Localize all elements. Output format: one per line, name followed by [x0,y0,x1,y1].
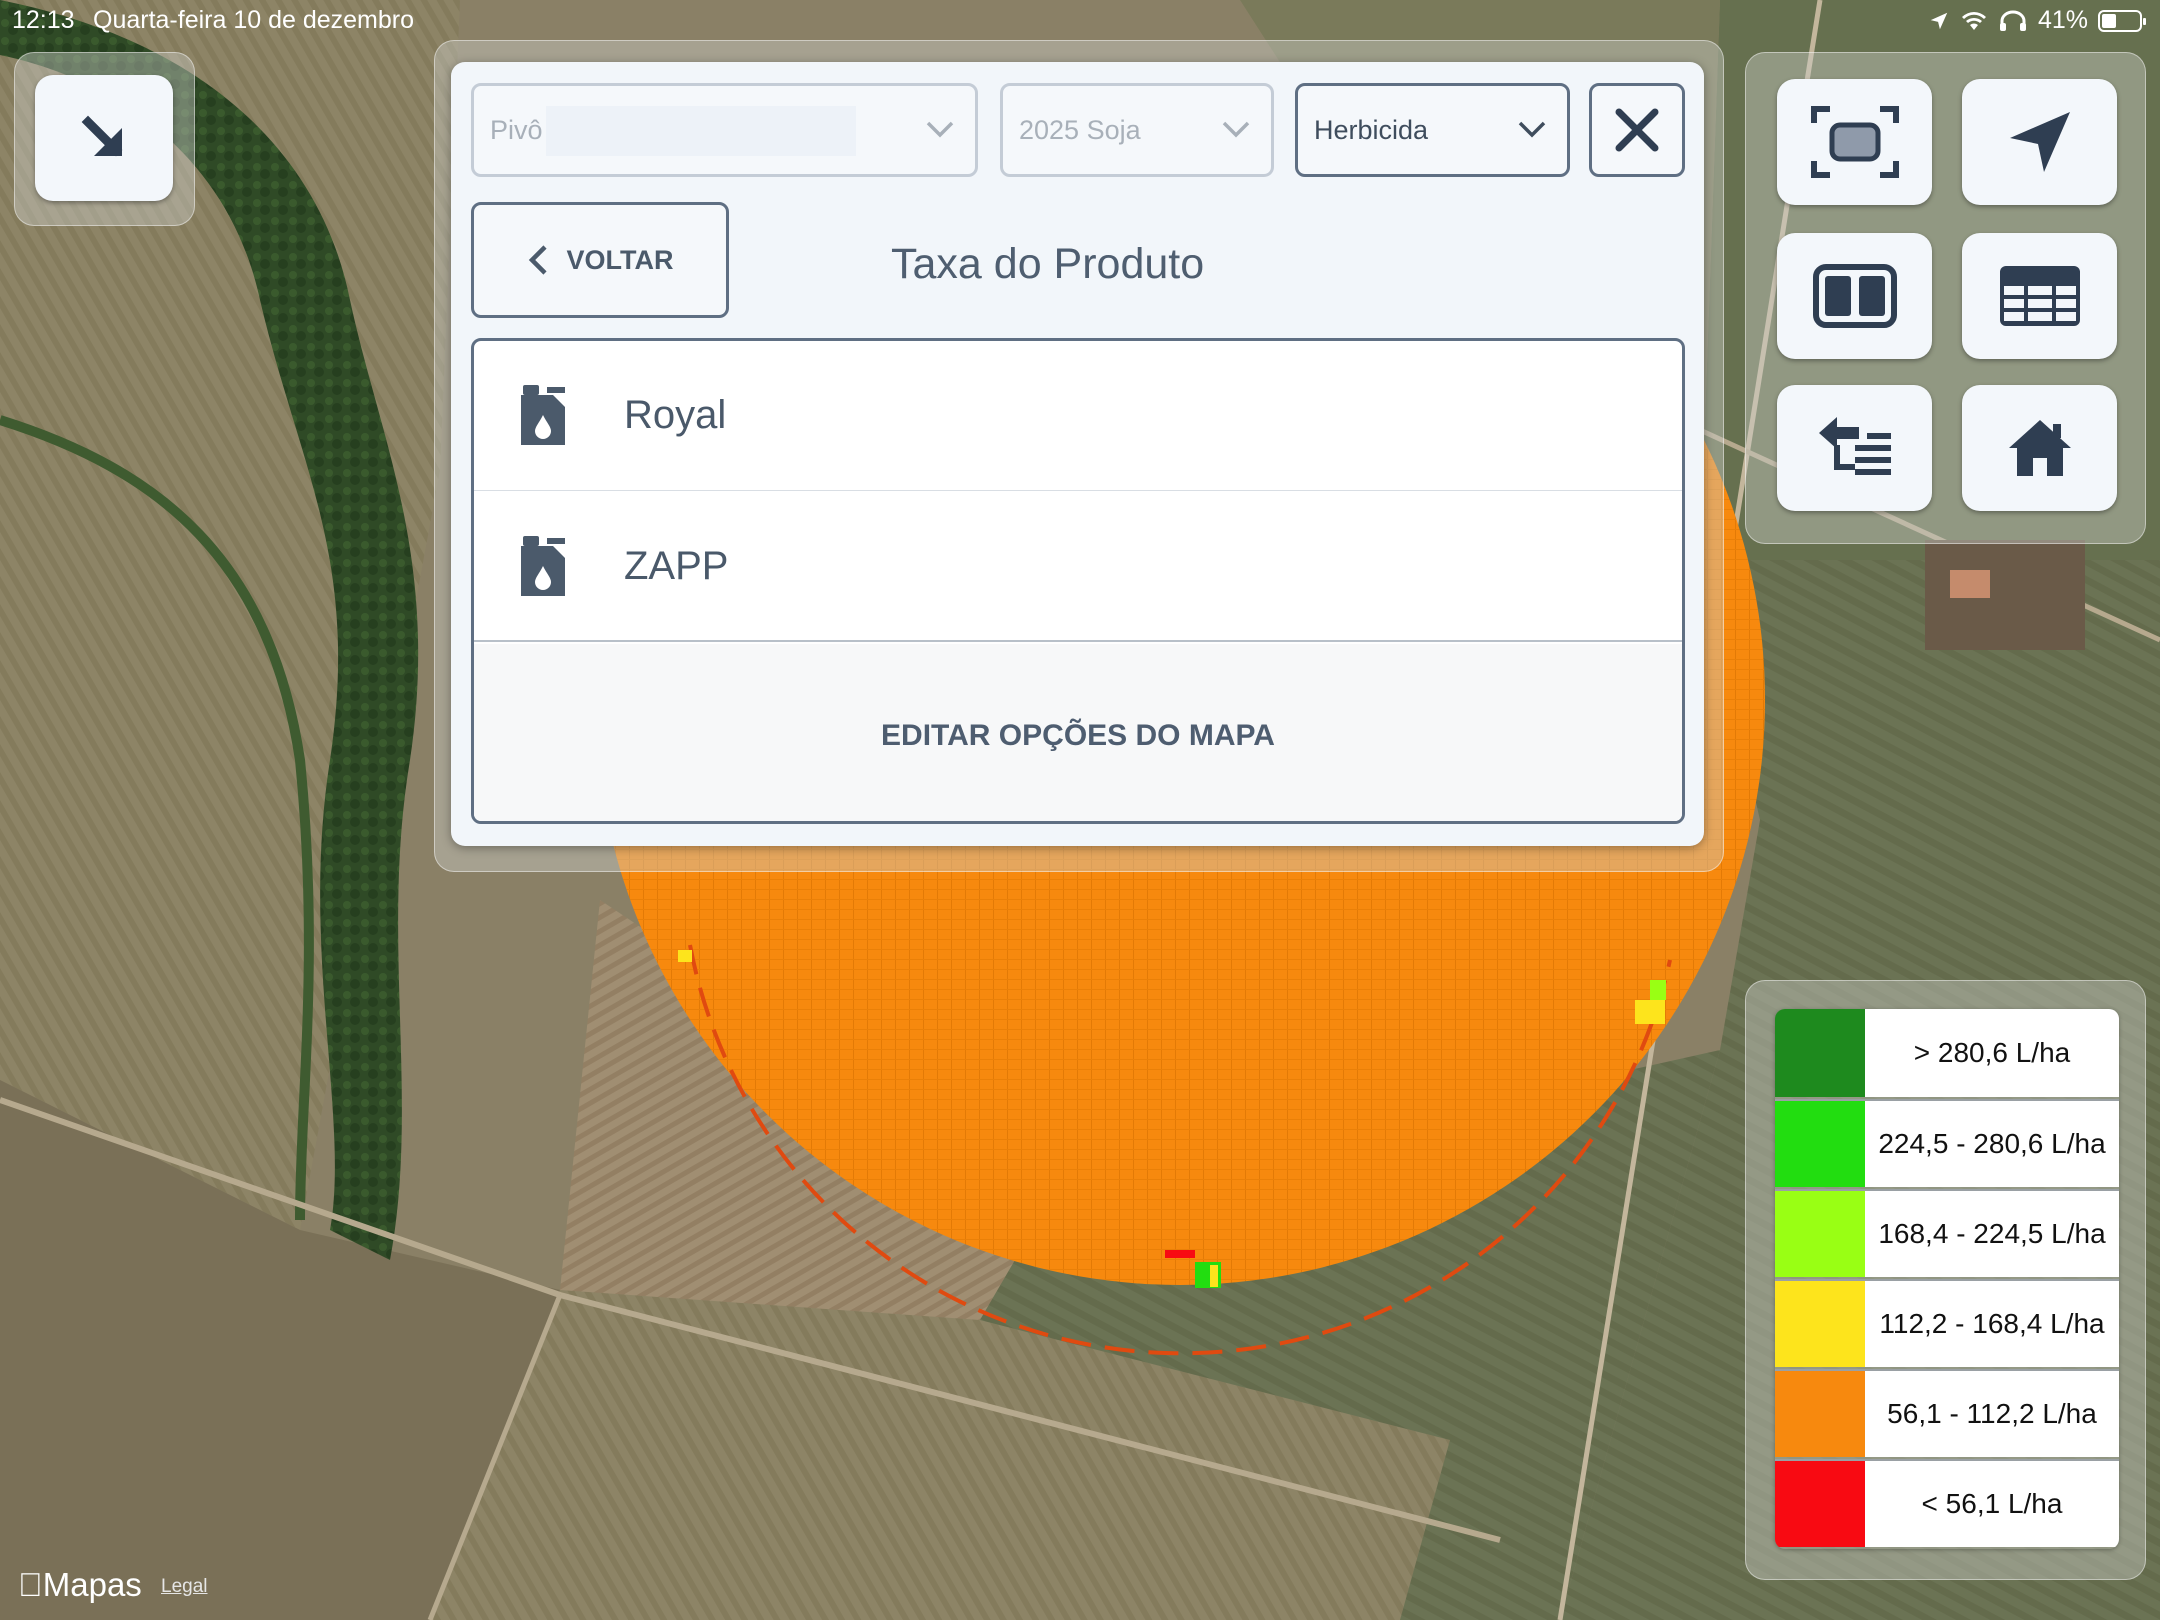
legend-row: 224,5 - 280,6 L/ha [1775,1099,2119,1187]
layer-switch-icon [1818,417,1891,475]
layer-switch-button[interactable] [1777,385,1932,511]
chevron-left-icon [528,245,547,275]
legend-label: 168,4 - 224,5 L/ha [1865,1191,2119,1277]
legend-swatch [1775,1009,1865,1097]
product-list: Royal ZAPP EDITAR OPÇÕES DO MAPA [471,338,1685,824]
legend-swatch [1775,1101,1865,1187]
pivot-selector-label: Pivô [490,114,543,145]
edit-map-options-button[interactable]: EDITAR OPÇÕES DO MAPA [474,644,1682,821]
rate-legend: > 280,6 L/ha 224,5 - 280,6 L/ha 168,4 - … [1775,1009,2119,1549]
maps-attribution: Mapas [18,1566,142,1604]
legend-row: 112,2 - 168,4 L/ha [1775,1279,2119,1367]
home-button[interactable] [1962,385,2117,511]
maps-provider-label: Mapas [18,1566,142,1603]
legend-swatch [1775,1371,1865,1457]
close-button[interactable] [1589,83,1685,177]
chemical-jug-icon [521,385,565,445]
legend-swatch [1775,1281,1865,1367]
battery-icon [2098,9,2146,32]
split-view-icon [1812,264,1897,328]
legend-row: > 280,6 L/ha [1775,1009,2119,1097]
collapse-panel-button[interactable] [35,75,173,201]
product-rate-panel: Pivô 2025 Soja Herbicida VOLTAR Taxa do … [451,62,1704,846]
legend-label: 56,1 - 112,2 L/ha [1865,1371,2119,1457]
edit-map-options-label: EDITAR OPÇÕES DO MAPA [881,718,1275,752]
category-selector[interactable]: Herbicida [1295,83,1570,177]
battery-percent: 41% [2037,6,2088,34]
season-selector-label: 2025 Soja [1019,114,1141,145]
product-name: Royal [624,393,727,437]
legend-label: 112,2 - 168,4 L/ha [1865,1281,2119,1367]
back-button-label: VOLTAR [566,244,674,275]
location-icon [1930,12,1948,29]
product-name: ZAPP [624,543,729,588]
legend-label: > 280,6 L/ha [1865,1009,2119,1097]
chevron-down-icon [1518,121,1546,138]
collapse-group [14,52,195,226]
pivot-selector-value [546,106,856,156]
status-bar: 12:13 Quarta-feira 10 de dezembro 41% [0,0,2160,40]
legend-frame: > 280,6 L/ha 224,5 - 280,6 L/ha 168,4 - … [1745,980,2146,1580]
legend-row: 56,1 - 112,2 L/ha [1775,1369,2119,1457]
split-view-button[interactable] [1777,233,1932,359]
legend-swatch [1775,1191,1865,1277]
close-icon [1615,108,1659,152]
chevron-down-icon [1222,121,1250,138]
legend-row: 168,4 - 224,5 L/ha [1775,1189,2119,1277]
back-button[interactable]: VOLTAR [471,202,729,318]
headphones-icon [1999,10,2026,31]
arrow-down-right-icon [81,115,123,157]
pivot-selector[interactable]: Pivô [471,83,978,177]
status-icons: 41% [1928,6,2146,35]
fit-extent-button[interactable] [1777,79,1932,205]
panel-title: Taxa do Produto [891,240,1205,288]
location-arrow-icon [2009,112,2070,172]
table-icon [1999,266,2080,326]
legend-row: < 56,1 L/ha [1775,1459,2119,1547]
locate-button[interactable] [1962,79,2117,205]
apple-logo-icon:  [18,1566,43,1603]
legal-link[interactable]: Legal [161,1576,208,1598]
legend-label: 224,5 - 280,6 L/ha [1865,1101,2119,1187]
table-view-button[interactable] [1962,233,2117,359]
focus-frame-icon [1810,106,1899,178]
season-selector[interactable]: 2025 Soja [1000,83,1274,177]
product-item-royal[interactable]: Royal [474,341,1682,491]
category-selector-label: Herbicida [1314,114,1429,145]
map-tools-group [1745,52,2146,544]
status-time: 12:13 [12,6,75,34]
chemical-jug-icon [521,536,565,596]
product-item-zapp[interactable]: ZAPP [474,492,1682,642]
legend-label: < 56,1 L/ha [1865,1461,2119,1547]
wifi-icon [1961,11,1986,30]
legend-swatch [1775,1461,1865,1547]
home-icon [2008,420,2071,476]
status-date: Quarta-feira 10 de dezembro [93,6,415,34]
chevron-down-icon [926,121,954,138]
